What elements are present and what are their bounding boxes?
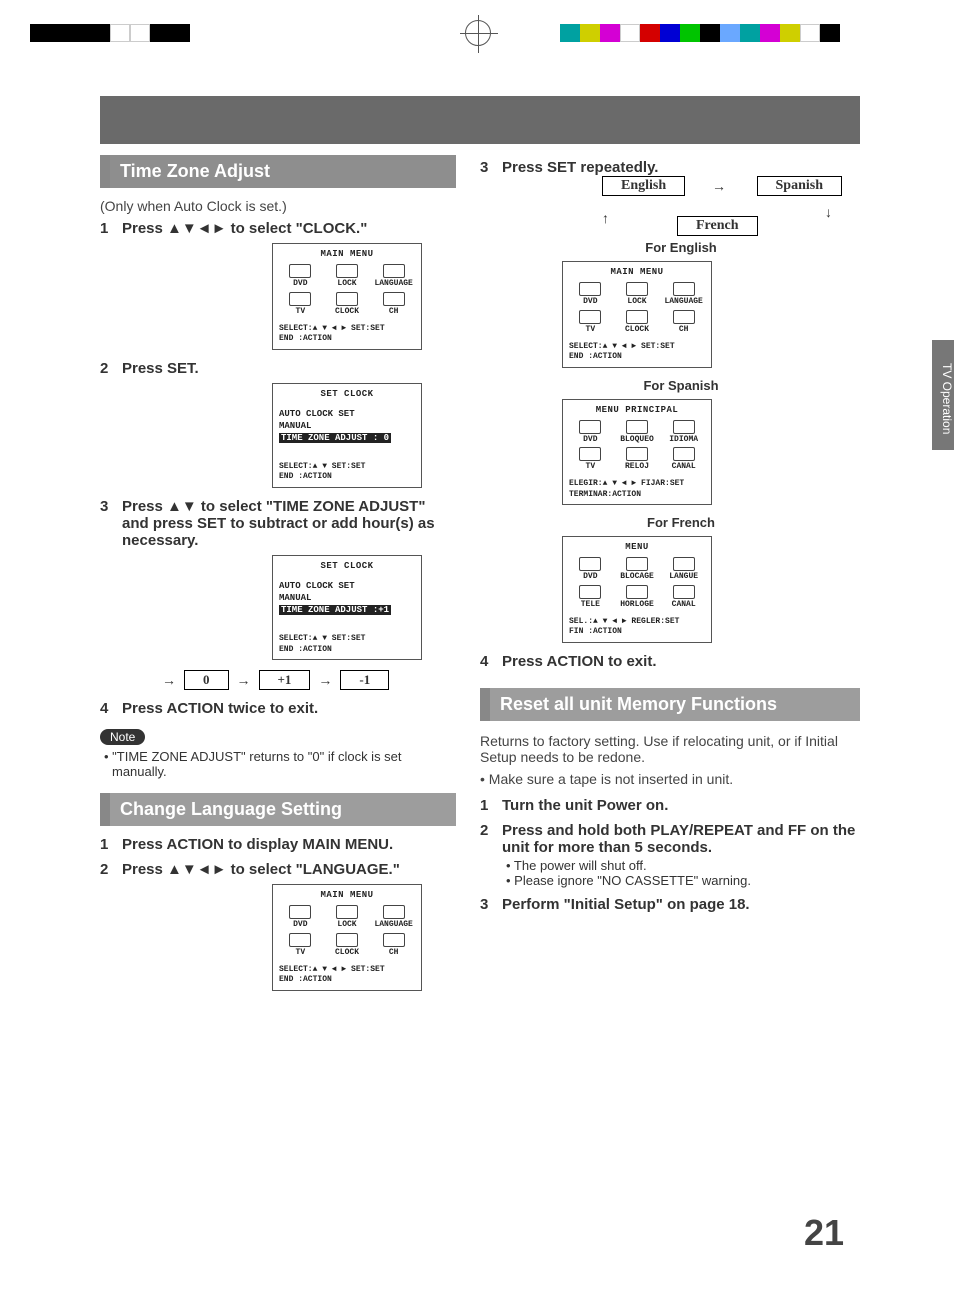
tv-icon [289, 292, 311, 306]
language-icon [383, 264, 405, 278]
dvd-icon [579, 557, 601, 571]
page-number: 21 [804, 1212, 844, 1254]
language-icon [673, 557, 695, 571]
left-column: Time Zone Adjust (Only when Auto Clock i… [100, 155, 456, 1001]
substep: • The power will shut off. [502, 858, 860, 873]
arrow-down-icon: ↓ [825, 204, 832, 220]
dvd-icon [289, 905, 311, 919]
step-text: Press ▲▼ to select "TIME ZONE ADJUST" an… [122, 498, 435, 549]
caption-english: For English [502, 240, 860, 255]
osd-set-clock-2: SET CLOCK AUTO CLOCK SET MANUAL TIME ZON… [272, 555, 422, 660]
tv-icon [289, 933, 311, 947]
lock-icon [626, 282, 648, 296]
osd-set-clock-1: SET CLOCK AUTO CLOCK SET MANUAL TIME ZON… [272, 383, 422, 488]
step-1: Press ▲▼◄► to select "CLOCK." MAIN MENU … [100, 220, 456, 350]
lock-icon [336, 264, 358, 278]
section-heading-language: Change Language Setting [100, 793, 456, 826]
step-text: Press ▲▼◄► to select "CLOCK." [122, 220, 367, 237]
osd-main-menu-lang: MAIN MENU DVD LOCK LANGUAGE TV CLOCK CH … [272, 884, 422, 991]
registration-colorbar-right [560, 24, 840, 42]
cycle-node: English [602, 176, 685, 196]
osd-main-menu-fr: MENU DVD BLOCAGE LANGUE TELE HORLOGE CAN… [562, 536, 712, 643]
tv-icon [579, 310, 601, 324]
lang-step-4: Press ACTION to exit. [480, 653, 860, 670]
step-2: Press SET. SET CLOCK AUTO CLOCK SET MANU… [100, 360, 456, 488]
ch-icon [383, 292, 405, 306]
section-subtitle: (Only when Auto Clock is set.) [100, 198, 456, 214]
step-text: Press ACTION to exit. [502, 653, 656, 670]
caption-french: For French [502, 515, 860, 530]
arrow-right-icon: → [712, 178, 726, 194]
flow-node: 0 [184, 670, 229, 690]
clock-icon [626, 585, 648, 599]
arrow-right-icon: → [162, 672, 176, 688]
cycle-node: French [677, 216, 758, 236]
lang-step-2: Press ▲▼◄► to select "LANGUAGE." MAIN ME… [100, 861, 456, 991]
reset-step-2: Press and hold both PLAY/REPEAT and FF o… [480, 822, 860, 888]
step-text: Press ▲▼◄► to select "LANGUAGE." [122, 861, 400, 878]
osd-highlight: TIME ZONE ADJUST : 0 [279, 433, 391, 443]
lang-step-1: Press ACTION to display MAIN MENU. [100, 836, 456, 853]
step-3: Press ▲▼ to select "TIME ZONE ADJUST" an… [100, 498, 456, 690]
cycle-node: Spanish [757, 176, 842, 196]
language-icon [673, 420, 695, 434]
clock-icon [336, 933, 358, 947]
dvd-icon [579, 420, 601, 434]
osd-main-menu: MAIN MENU DVD LOCK LANGUAGE TV CLOCK CH … [272, 243, 422, 350]
section-heading-timezone: Time Zone Adjust [100, 155, 456, 188]
step-text: Press SET repeatedly. [502, 159, 658, 176]
arrow-up-icon: ↑ [602, 210, 609, 226]
clock-icon [336, 292, 358, 306]
osd-highlight: TIME ZONE ADJUST :+1 [279, 605, 391, 615]
language-cycle-diagram: English Spanish French → ↓ ↑ [582, 176, 862, 236]
clock-icon [626, 310, 648, 324]
arrow-right-icon: → [237, 672, 251, 688]
note-text: • "TIME ZONE ADJUST" returns to "0" if c… [100, 749, 456, 779]
tv-icon [579, 447, 601, 461]
tv-icon [579, 585, 601, 599]
clock-icon [626, 447, 648, 461]
language-icon [383, 905, 405, 919]
lock-icon [626, 557, 648, 571]
registration-colorbar-left [30, 24, 190, 42]
ch-icon [383, 933, 405, 947]
registration-mark-icon [465, 20, 491, 46]
substep: • Please ignore "NO CASSETTE" warning. [502, 873, 860, 888]
caption-spanish: For Spanish [502, 378, 860, 393]
osd-title: MAIN MENU [279, 248, 415, 260]
dvd-icon [579, 282, 601, 296]
step-text: Press and hold both PLAY/REPEAT and FF o… [502, 822, 855, 856]
ch-icon [673, 585, 695, 599]
dvd-icon [289, 264, 311, 278]
osd-main-menu-en: MAIN MENU DVD LOCK LANGUAGE TV CLOCK CH … [562, 261, 712, 368]
page-header-bar [100, 96, 860, 144]
reset-intro: Returns to factory setting. Use if reloc… [480, 733, 860, 765]
section-heading-reset: Reset all unit Memory Functions [480, 688, 860, 721]
step-text: Press ACTION to display MAIN MENU. [122, 836, 393, 853]
step-text: Perform "Initial Setup" on page 18. [502, 896, 750, 913]
note-label: Note [100, 729, 145, 745]
reset-intro-bullet: • Make sure a tape is not inserted in un… [480, 771, 860, 787]
lock-icon [336, 905, 358, 919]
step-4: Press ACTION twice to exit. [100, 700, 456, 717]
value-flow-diagram: → 0 → +1 → -1 [162, 670, 456, 690]
step-text: Turn the unit Power on. [502, 797, 668, 814]
reset-step-3: Perform "Initial Setup" on page 18. [480, 896, 860, 913]
osd-main-menu-es: MENU PRINCIPAL DVD BLOQUEO IDIOMA TV REL… [562, 399, 712, 506]
osd-footer: SELECT:▲ ▼ ◄ ► SET:SET END :ACTION [279, 324, 415, 345]
ch-icon [673, 310, 695, 324]
language-icon [673, 282, 695, 296]
section-tab: TV Operation [932, 340, 954, 450]
flow-node: +1 [259, 670, 311, 690]
arrow-right-icon: → [318, 672, 332, 688]
step-text: Press SET. [122, 360, 199, 377]
reset-step-1: Turn the unit Power on. [480, 797, 860, 814]
flow-node: -1 [340, 670, 389, 690]
lock-icon [626, 420, 648, 434]
step-text: Press ACTION twice to exit. [122, 700, 318, 717]
right-column: Press SET repeatedly. English Spanish Fr… [480, 155, 860, 1001]
lang-step-3: Press SET repeatedly. English Spanish Fr… [480, 159, 860, 643]
ch-icon [673, 447, 695, 461]
